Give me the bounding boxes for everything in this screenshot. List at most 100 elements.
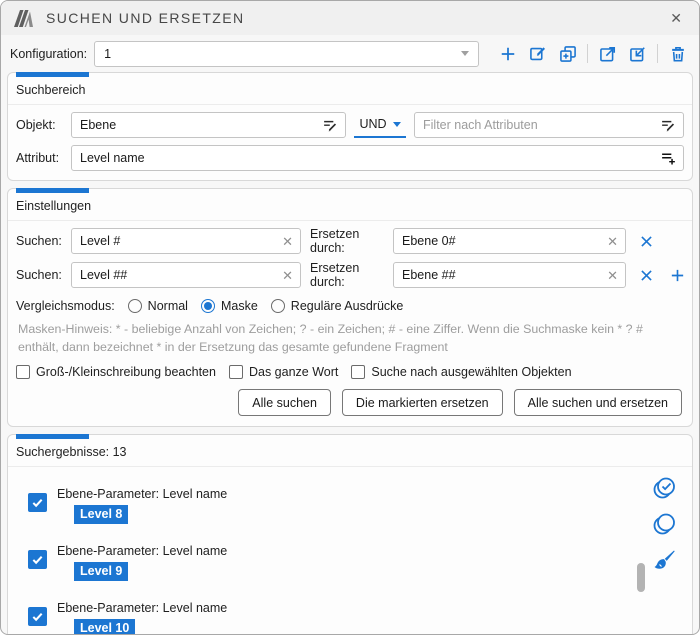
result-item[interactable]: Ebene-Parameter: Level name Level 8 bbox=[8, 467, 692, 524]
checkbox-icon bbox=[16, 365, 30, 379]
result-match-highlight: Level 9 bbox=[74, 562, 128, 581]
clear-icon[interactable]: ✕ bbox=[606, 235, 619, 248]
action-buttons: Alle suchen Die markierten ersetzen Alle… bbox=[8, 379, 692, 426]
operator-dropdown[interactable]: UND bbox=[354, 113, 406, 138]
object-field[interactable] bbox=[71, 112, 346, 138]
configuration-value: 1 bbox=[104, 47, 461, 61]
replace-marked-button[interactable]: Die markierten ersetzen bbox=[342, 389, 503, 416]
import-config-icon[interactable] bbox=[625, 41, 650, 66]
settings-section-title: Einstellungen bbox=[8, 189, 692, 220]
result-item[interactable]: Ebene-Parameter: Level name Level 10 bbox=[8, 581, 692, 635]
replace-label: Ersetzen durch: bbox=[301, 227, 393, 255]
radio-icon bbox=[271, 299, 285, 313]
object-label: Objekt: bbox=[16, 118, 71, 132]
compare-mode-label: Vergleichsmodus: bbox=[16, 299, 115, 313]
add-row-icon[interactable] bbox=[666, 264, 688, 286]
radio-maske[interactable]: Maske bbox=[201, 299, 258, 313]
toolbar-separator bbox=[657, 44, 658, 63]
edit-list-icon[interactable] bbox=[660, 117, 677, 134]
section-tab-indicator bbox=[16, 188, 89, 193]
result-match-highlight: Level 10 bbox=[74, 619, 135, 635]
attribute-filter-field[interactable] bbox=[414, 112, 684, 138]
add-config-icon[interactable] bbox=[495, 41, 520, 66]
configuration-row: Konfiguration: 1 bbox=[1, 35, 699, 72]
result-match-highlight: Level 8 bbox=[74, 505, 128, 524]
attribute-input[interactable] bbox=[80, 151, 655, 165]
checkbox-icon bbox=[229, 365, 243, 379]
result-item-label: Ebene-Parameter: Level name bbox=[57, 487, 227, 501]
attribute-field[interactable] bbox=[71, 145, 684, 171]
clear-results-icon[interactable] bbox=[653, 548, 677, 572]
replace-label: Ersetzen durch: bbox=[301, 261, 393, 289]
operator-value: UND bbox=[359, 117, 386, 131]
delete-config-icon[interactable] bbox=[665, 41, 690, 66]
app-logo-icon bbox=[13, 8, 37, 28]
find-all-button[interactable]: Alle suchen bbox=[238, 389, 331, 416]
replace-input[interactable] bbox=[402, 268, 601, 282]
result-checkbox-checked[interactable] bbox=[28, 550, 47, 569]
configuration-combobox[interactable]: 1 bbox=[94, 41, 479, 67]
edit-config-icon[interactable] bbox=[525, 41, 550, 66]
find-replace-all-button[interactable]: Alle suchen und ersetzen bbox=[514, 389, 682, 416]
search-label: Suchen: bbox=[16, 268, 71, 282]
checkbox-match-case[interactable]: Groß-/Kleinschreibung beachten bbox=[16, 365, 216, 379]
checkbox-whole-word[interactable]: Das ganze Wort bbox=[229, 365, 338, 379]
scope-section-title: Suchbereich bbox=[8, 73, 692, 104]
close-icon[interactable]: ✕ bbox=[665, 9, 687, 27]
scrollbar-thumb[interactable] bbox=[637, 563, 645, 592]
attribute-filter-input[interactable] bbox=[423, 118, 655, 132]
results-actions bbox=[652, 476, 678, 572]
chevron-down-icon bbox=[461, 51, 469, 56]
find-replace-window: SUCHEN UND ERSETZEN ✕ Konfiguration: 1 bbox=[0, 0, 700, 635]
result-checkbox-checked[interactable] bbox=[28, 607, 47, 626]
result-checkbox-checked[interactable] bbox=[28, 493, 47, 512]
clear-icon[interactable]: ✕ bbox=[281, 269, 294, 282]
configuration-label: Konfiguration: bbox=[10, 47, 87, 61]
result-item[interactable]: Ebene-Parameter: Level name Level 9 bbox=[8, 524, 692, 581]
duplicate-config-icon[interactable] bbox=[555, 41, 580, 66]
add-list-icon[interactable] bbox=[660, 150, 677, 167]
search-field[interactable]: ✕ bbox=[71, 228, 301, 254]
radio-normal[interactable]: Normal bbox=[128, 299, 188, 313]
radio-regex[interactable]: Reguläre Ausdrücke bbox=[271, 299, 404, 313]
radio-icon bbox=[128, 299, 142, 313]
attribute-label: Attribut: bbox=[16, 151, 71, 165]
search-replace-row: Suchen: ✕ Ersetzen durch: ✕ bbox=[8, 255, 692, 289]
results-label: Suchergebnisse: bbox=[16, 445, 109, 459]
search-field[interactable]: ✕ bbox=[71, 262, 301, 288]
results-list: Ebene-Parameter: Level name Level 8 Eben… bbox=[8, 467, 692, 635]
mask-hint-text: Masken-Hinweis: * - beliebige Anzahl von… bbox=[8, 313, 692, 356]
clear-icon[interactable]: ✕ bbox=[606, 269, 619, 282]
select-all-icon[interactable] bbox=[653, 476, 677, 500]
section-tab-indicator bbox=[16, 72, 89, 77]
search-input[interactable] bbox=[80, 234, 276, 248]
radio-icon bbox=[201, 299, 215, 313]
replace-field[interactable]: ✕ bbox=[393, 228, 626, 254]
chevron-down-icon bbox=[393, 122, 401, 127]
results-section-title: Suchergebnisse: 13 bbox=[8, 435, 692, 466]
remove-row-icon[interactable] bbox=[635, 264, 657, 286]
replace-input[interactable] bbox=[402, 234, 601, 248]
search-label: Suchen: bbox=[16, 234, 71, 248]
window-title: SUCHEN UND ERSETZEN bbox=[46, 10, 656, 26]
result-item-label: Ebene-Parameter: Level name bbox=[57, 601, 227, 615]
replace-field[interactable]: ✕ bbox=[393, 262, 626, 288]
search-replace-row: Suchen: ✕ Ersetzen durch: ✕ bbox=[8, 221, 692, 255]
titlebar: SUCHEN UND ERSETZEN ✕ bbox=[1, 1, 699, 35]
checkbox-selected-objects[interactable]: Suche nach ausgewählten Objekten bbox=[351, 365, 571, 379]
section-tab-indicator bbox=[16, 434, 89, 439]
edit-list-icon[interactable] bbox=[322, 117, 339, 134]
search-input[interactable] bbox=[80, 268, 276, 282]
clear-icon[interactable]: ✕ bbox=[281, 235, 294, 248]
options-row: Groß-/Kleinschreibung beachten Das ganze… bbox=[8, 356, 692, 379]
settings-section: Einstellungen Suchen: ✕ Ersetzen durch: … bbox=[7, 188, 693, 427]
result-item-label: Ebene-Parameter: Level name bbox=[57, 544, 227, 558]
deselect-all-icon[interactable] bbox=[653, 512, 677, 536]
compare-mode-row: Vergleichsmodus: Normal Maske Reguläre A… bbox=[8, 289, 692, 313]
remove-row-icon[interactable] bbox=[635, 230, 657, 252]
results-count: 13 bbox=[113, 445, 127, 459]
export-config-icon[interactable] bbox=[595, 41, 620, 66]
toolbar-separator bbox=[587, 44, 588, 63]
object-input[interactable] bbox=[80, 118, 317, 132]
checkbox-icon bbox=[351, 365, 365, 379]
